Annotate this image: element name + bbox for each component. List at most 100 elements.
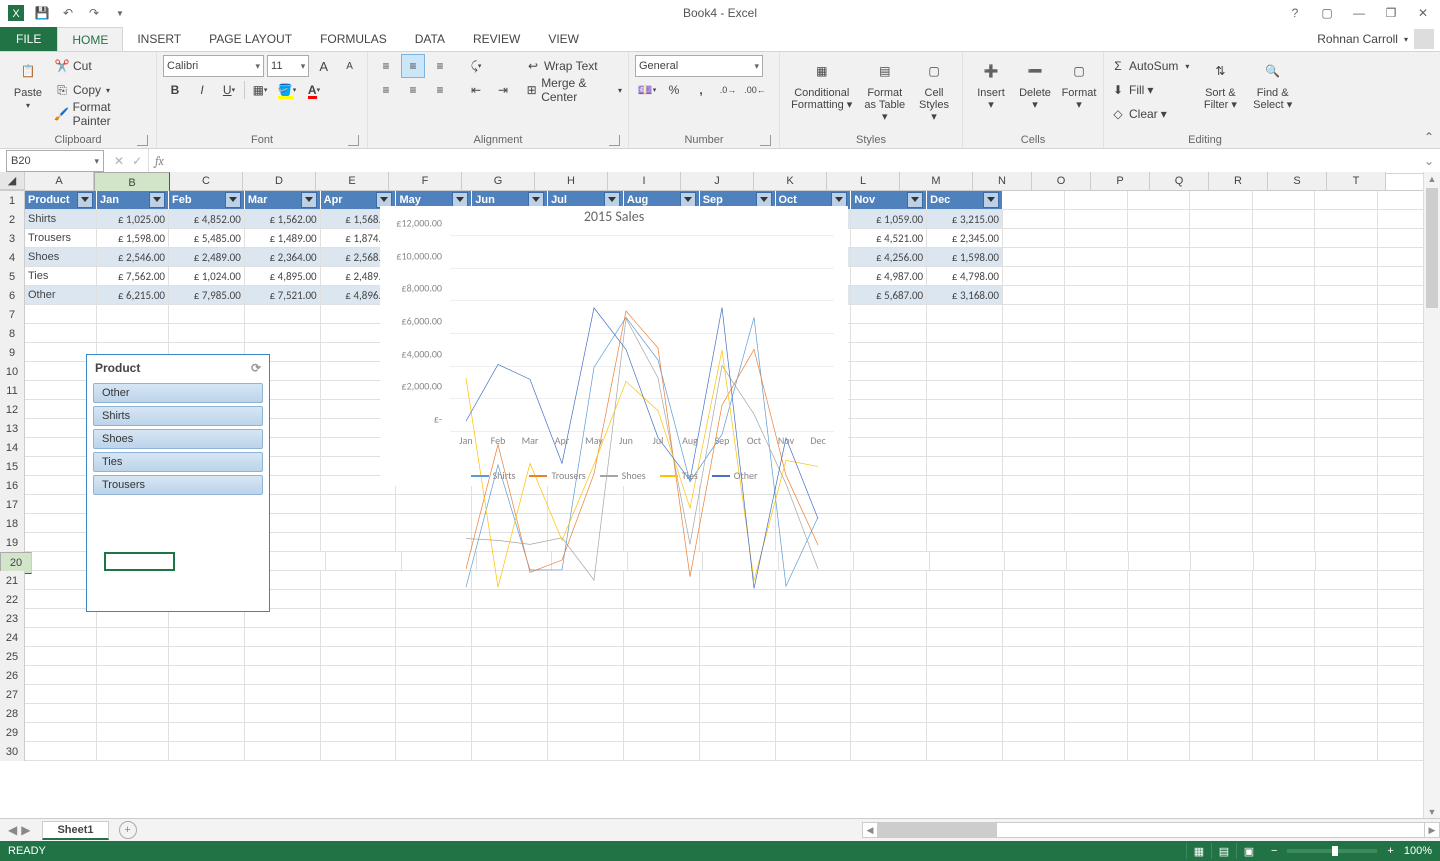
row-header-19[interactable]: 19 [0, 533, 25, 552]
cell-S29[interactable] [1315, 723, 1377, 742]
align-top-button[interactable]: ≡ [374, 54, 398, 78]
cell-P3[interactable] [1128, 229, 1190, 248]
col-header-L[interactable]: L [827, 172, 900, 190]
cell-L20[interactable] [854, 552, 929, 571]
cell-L8[interactable] [851, 324, 927, 343]
cell-J28[interactable] [700, 704, 776, 723]
cell-N25[interactable] [1003, 647, 1065, 666]
cell-Q24[interactable] [1190, 628, 1252, 647]
cell-B26[interactable] [97, 666, 169, 685]
ribbon-options-icon[interactable]: ▢ [1314, 2, 1340, 24]
cell-S25[interactable] [1315, 647, 1377, 666]
col-header-Q[interactable]: Q [1150, 172, 1209, 190]
cell-B4[interactable]: £ 2,546.00 [97, 248, 169, 267]
cell-N29[interactable] [1003, 723, 1065, 742]
cell-O9[interactable] [1065, 343, 1127, 362]
cell-R11[interactable] [1253, 381, 1315, 400]
qat-dropdown-icon[interactable]: ▼ [108, 2, 132, 24]
bold-button[interactable]: B [163, 78, 187, 102]
cell-Q18[interactable] [1190, 514, 1252, 533]
user-area[interactable]: Rohnan Carroll ▾ [1317, 27, 1440, 51]
cell-N10[interactable] [1003, 362, 1065, 381]
cell-R27[interactable] [1253, 685, 1315, 704]
cell-P25[interactable] [1128, 647, 1190, 666]
row-header-22[interactable]: 22 [0, 590, 25, 609]
cell-P19[interactable] [1128, 533, 1190, 552]
cell-O28[interactable] [1065, 704, 1127, 723]
cell-O13[interactable] [1065, 419, 1127, 438]
cell-A29[interactable] [25, 723, 97, 742]
cell-O2[interactable] [1065, 210, 1127, 229]
cell-S28[interactable] [1315, 704, 1377, 723]
comma-format-button[interactable]: , [689, 78, 713, 102]
cell-Q11[interactable] [1190, 381, 1252, 400]
cell-L14[interactable] [851, 438, 927, 457]
cell-P20[interactable] [1129, 552, 1191, 571]
cell-L7[interactable] [851, 305, 927, 324]
cell-L5[interactable]: £ 4,987.00 [851, 267, 927, 286]
page-layout-view-button[interactable]: ▤ [1211, 843, 1236, 859]
cell-R20[interactable] [1254, 552, 1316, 571]
normal-view-button[interactable]: ▦ [1186, 843, 1211, 859]
cell-O21[interactable] [1065, 571, 1127, 590]
cell-B24[interactable] [97, 628, 169, 647]
cell-P22[interactable] [1128, 590, 1190, 609]
cell-E28[interactable] [321, 704, 397, 723]
cell-O12[interactable] [1065, 400, 1127, 419]
cell-G24[interactable] [472, 628, 548, 647]
cell-E22[interactable] [321, 590, 397, 609]
cell-G28[interactable] [472, 704, 548, 723]
cell-L22[interactable] [851, 590, 927, 609]
cell-R10[interactable] [1253, 362, 1315, 381]
cell-L25[interactable] [851, 647, 927, 666]
cell-D29[interactable] [245, 723, 321, 742]
cell-S20[interactable] [1316, 552, 1378, 571]
font-name-select[interactable]: Calibri▾ [163, 55, 264, 77]
cell-D25[interactable] [245, 647, 321, 666]
cell-Q14[interactable] [1190, 438, 1252, 457]
cell-P29[interactable] [1128, 723, 1190, 742]
conditional-formatting-button[interactable]: ▦Conditional Formatting ▾ [786, 55, 858, 113]
cell-C3[interactable]: £ 5,485.00 [169, 229, 245, 248]
wrap-text-button[interactable]: ↩Wrap Text [525, 55, 622, 77]
cell-F28[interactable] [396, 704, 472, 723]
cell-A3[interactable]: Trousers [25, 229, 97, 248]
cell-C24[interactable] [169, 628, 245, 647]
cell-A25[interactable] [25, 647, 97, 666]
cell-F27[interactable] [396, 685, 472, 704]
cell-N15[interactable] [1003, 457, 1065, 476]
cell-I27[interactable] [624, 685, 700, 704]
cell-R6[interactable] [1253, 286, 1315, 305]
cell-K26[interactable] [776, 666, 852, 685]
cell-L9[interactable] [851, 343, 927, 362]
cell-O27[interactable] [1065, 685, 1127, 704]
row-header-9[interactable]: 9 [0, 343, 25, 362]
cell-Q22[interactable] [1190, 590, 1252, 609]
filter-dropdown-icon[interactable] [77, 192, 93, 208]
dialog-launcher-icon[interactable] [609, 135, 620, 146]
grow-font-button[interactable]: A [312, 54, 335, 78]
col-header-G[interactable]: G [462, 172, 535, 190]
cell-S11[interactable] [1315, 381, 1377, 400]
cell-J30[interactable] [700, 742, 776, 761]
decrease-decimal-button[interactable]: .00← [743, 78, 767, 102]
cell-O18[interactable] [1065, 514, 1127, 533]
row-header-10[interactable]: 10 [0, 362, 25, 381]
delete-button[interactable]: ➖Delete▾ [1013, 55, 1057, 113]
cell-I24[interactable] [624, 628, 700, 647]
cell-C27[interactable] [169, 685, 245, 704]
cell-K27[interactable] [776, 685, 852, 704]
cell-S3[interactable] [1315, 229, 1377, 248]
tab-page-layout[interactable]: PAGE LAYOUT [195, 27, 306, 51]
cell-M28[interactable] [927, 704, 1003, 723]
cell-O24[interactable] [1065, 628, 1127, 647]
cell-M30[interactable] [927, 742, 1003, 761]
cell-D24[interactable] [245, 628, 321, 647]
cell-N1[interactable] [1003, 191, 1065, 210]
row-header-4[interactable]: 4 [0, 248, 25, 267]
row-header-5[interactable]: 5 [0, 267, 25, 286]
col-header-F[interactable]: F [389, 172, 462, 190]
cell-D28[interactable] [245, 704, 321, 723]
cell-R23[interactable] [1253, 609, 1315, 628]
cell-O15[interactable] [1065, 457, 1127, 476]
